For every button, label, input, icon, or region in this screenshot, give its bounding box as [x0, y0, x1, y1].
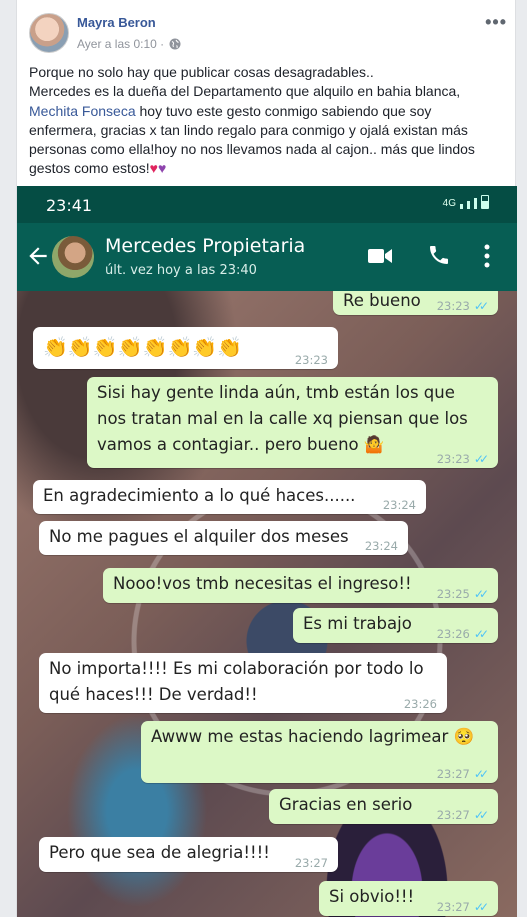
- message-bubble-outgoing[interactable]: Si obvio!!! 23:27 ✓✓: [319, 881, 498, 916]
- double-check-icon: ✓✓: [473, 767, 489, 781]
- message-meta: 23:27 ✓✓: [436, 767, 489, 781]
- phone-status-bar: 23:41 4G: [17, 186, 517, 223]
- message-text: No importa!!!! Es mi colaboración por to…: [49, 659, 424, 704]
- post-time[interactable]: Ayer a las 0:10 ·: [77, 37, 164, 51]
- double-check-icon: ✓✓: [473, 627, 489, 641]
- message-time: 23:23: [436, 299, 470, 313]
- post-text-line: Mercedes es la dueña del Departamento qu…: [29, 83, 461, 100]
- signal-icon: [460, 204, 463, 209]
- double-check-icon: ✓✓: [473, 808, 489, 822]
- message-bubble-incoming[interactable]: No me pagues el alquiler dos meses 23:24: [39, 521, 408, 555]
- video-call-icon[interactable]: [367, 245, 393, 267]
- message-text: Re bueno: [343, 291, 421, 310]
- double-check-icon: ✓✓: [473, 299, 489, 313]
- message-text: 👏👏👏👏👏👏👏👏: [43, 335, 243, 359]
- message-bubble-outgoing[interactable]: Re bueno 23:23 ✓✓: [333, 291, 498, 315]
- chat-header: Mercedes Propietaria últ. vez hoy a las …: [17, 223, 517, 291]
- message-meta: 23:27 ✓✓: [436, 900, 489, 914]
- message-bubble-incoming[interactable]: No importa!!!! Es mi colaboración por to…: [39, 653, 447, 713]
- message-time: 23:27: [294, 856, 328, 870]
- double-check-icon: ✓✓: [473, 900, 489, 914]
- message-text: Sisi hay gente linda aún, tmb están los …: [97, 383, 468, 454]
- post-text: Porque no solo hay que publicar cosas de…: [29, 63, 507, 179]
- post-header: Mayra Beron Ayer a las 0:10 · •••: [17, 0, 515, 60]
- message-bubble-outgoing[interactable]: Gracias en serio 23:27 ✓✓: [269, 789, 498, 824]
- mention-link[interactable]: Mechita Fonseca: [29, 103, 136, 119]
- chat-area[interactable]: Re bueno 23:23 ✓✓ 👏👏👏👏👏👏👏👏 23:23 Sisi hay…: [17, 291, 517, 917]
- battery-icon: [481, 195, 489, 209]
- message-meta: 23:23 ✓✓: [436, 299, 489, 313]
- message-bubble-outgoing[interactable]: Sisi hay gente linda aún, tmb están los …: [87, 377, 498, 468]
- post-text-line: gestos como estos!♥♥: [29, 159, 507, 178]
- signal-icon: [467, 201, 470, 209]
- network-label: 4G: [442, 198, 456, 209]
- post-text-line: Porque no solo hay que publicar cosas de…: [29, 64, 374, 80]
- message-bubble-incoming[interactable]: En agradecimiento a lo qué haces...... 2…: [33, 480, 426, 514]
- facebook-post: Mayra Beron Ayer a las 0:10 · ••• Porque…: [16, 0, 517, 917]
- phone-call-icon[interactable]: [427, 243, 451, 267]
- system-icons: 4G: [443, 195, 489, 209]
- red-heart-emoji: ♥: [149, 160, 158, 177]
- message-text: Es mi trabajo: [303, 614, 412, 633]
- message-bubble-incoming[interactable]: Pero que sea de alegria!!!! 23:27: [39, 837, 338, 872]
- message-meta: 23:27: [295, 856, 328, 870]
- message-meta: 23:27 ✓✓: [436, 808, 489, 822]
- double-check-icon: ✓✓: [473, 587, 489, 601]
- message-time: 23:27: [436, 767, 470, 781]
- message-text: Gracias en serio: [279, 795, 413, 814]
- message-time: 23:23: [294, 353, 328, 367]
- back-arrow-icon[interactable]: [25, 243, 51, 269]
- message-bubble-outgoing[interactable]: Awww me estas haciendo lagrimear 🥺 23:27…: [141, 721, 498, 783]
- message-time: 23:27: [436, 900, 470, 914]
- more-menu-icon[interactable]: [483, 243, 491, 269]
- message-time: 23:23: [436, 452, 470, 466]
- message-meta: 23:24: [365, 539, 398, 553]
- post-text-line: enfermera, gracias x tan lindo regalo pa…: [29, 121, 468, 138]
- message-text: Pero que sea de alegria!!!!: [49, 843, 270, 862]
- message-bubble-outgoing[interactable]: Nooo!vos tmb necesitas el ingreso!! 23:2…: [103, 568, 498, 603]
- message-meta: 23:25 ✓✓: [436, 587, 489, 601]
- message-bubble-incoming[interactable]: 👏👏👏👏👏👏👏👏 23:23: [33, 327, 338, 369]
- contact-name[interactable]: Mercedes Propietaria: [105, 235, 305, 257]
- message-meta: 23:26 ✓✓: [436, 627, 489, 641]
- message-meta: 23:24: [383, 498, 416, 512]
- message-text: En agradecimiento a lo qué haces......: [43, 486, 356, 505]
- contact-avatar[interactable]: [52, 236, 94, 278]
- message-time: 23:27: [436, 808, 470, 822]
- message-text: Nooo!vos tmb necesitas el ingreso!!: [113, 574, 412, 593]
- author-avatar[interactable]: [29, 13, 69, 53]
- status-time: 23:41: [46, 196, 93, 215]
- message-meta: 23:23 ✓✓: [436, 452, 489, 466]
- post-text-span: hoy tuvo este gesto conmigo sabiendo que…: [135, 102, 432, 119]
- message-text: Si obvio!!!: [329, 887, 415, 906]
- signal-icon: [474, 198, 477, 209]
- more-options-icon[interactable]: •••: [485, 12, 507, 33]
- post-meta: Ayer a las 0:10 ·: [77, 37, 181, 51]
- message-time: 23:24: [364, 539, 398, 553]
- whatsapp-screenshot[interactable]: 23:41 4G Mercedes Propietaria últ. vez h…: [17, 186, 517, 917]
- message-meta: 23:26: [404, 697, 437, 711]
- message-text: No me pagues el alquiler dos meses: [49, 527, 349, 546]
- post-text-line: Mechita Fonseca hoy tuvo este gesto conm…: [29, 102, 507, 121]
- last-seen: últ. vez hoy a las 23:40: [105, 263, 257, 278]
- message-time: 23:24: [382, 498, 416, 512]
- message-time: 23:26: [436, 627, 470, 641]
- post-text-span: gestos como estos!: [29, 160, 150, 177]
- message-bubble-outgoing[interactable]: Es mi trabajo 23:26 ✓✓: [293, 608, 498, 643]
- purple-heart-emoji: ♥: [157, 160, 167, 177]
- message-meta: 23:23: [295, 353, 328, 367]
- post-text-line: personas como ella!hoy no nos llevamos n…: [29, 141, 475, 158]
- double-check-icon: ✓✓: [473, 452, 489, 466]
- message-text: Awww me estas haciendo lagrimear 🥺: [151, 727, 475, 746]
- message-time: 23:26: [403, 697, 437, 711]
- author-name[interactable]: Mayra Beron: [77, 15, 156, 30]
- globe-icon: [169, 38, 181, 50]
- message-time: 23:25: [436, 587, 470, 601]
